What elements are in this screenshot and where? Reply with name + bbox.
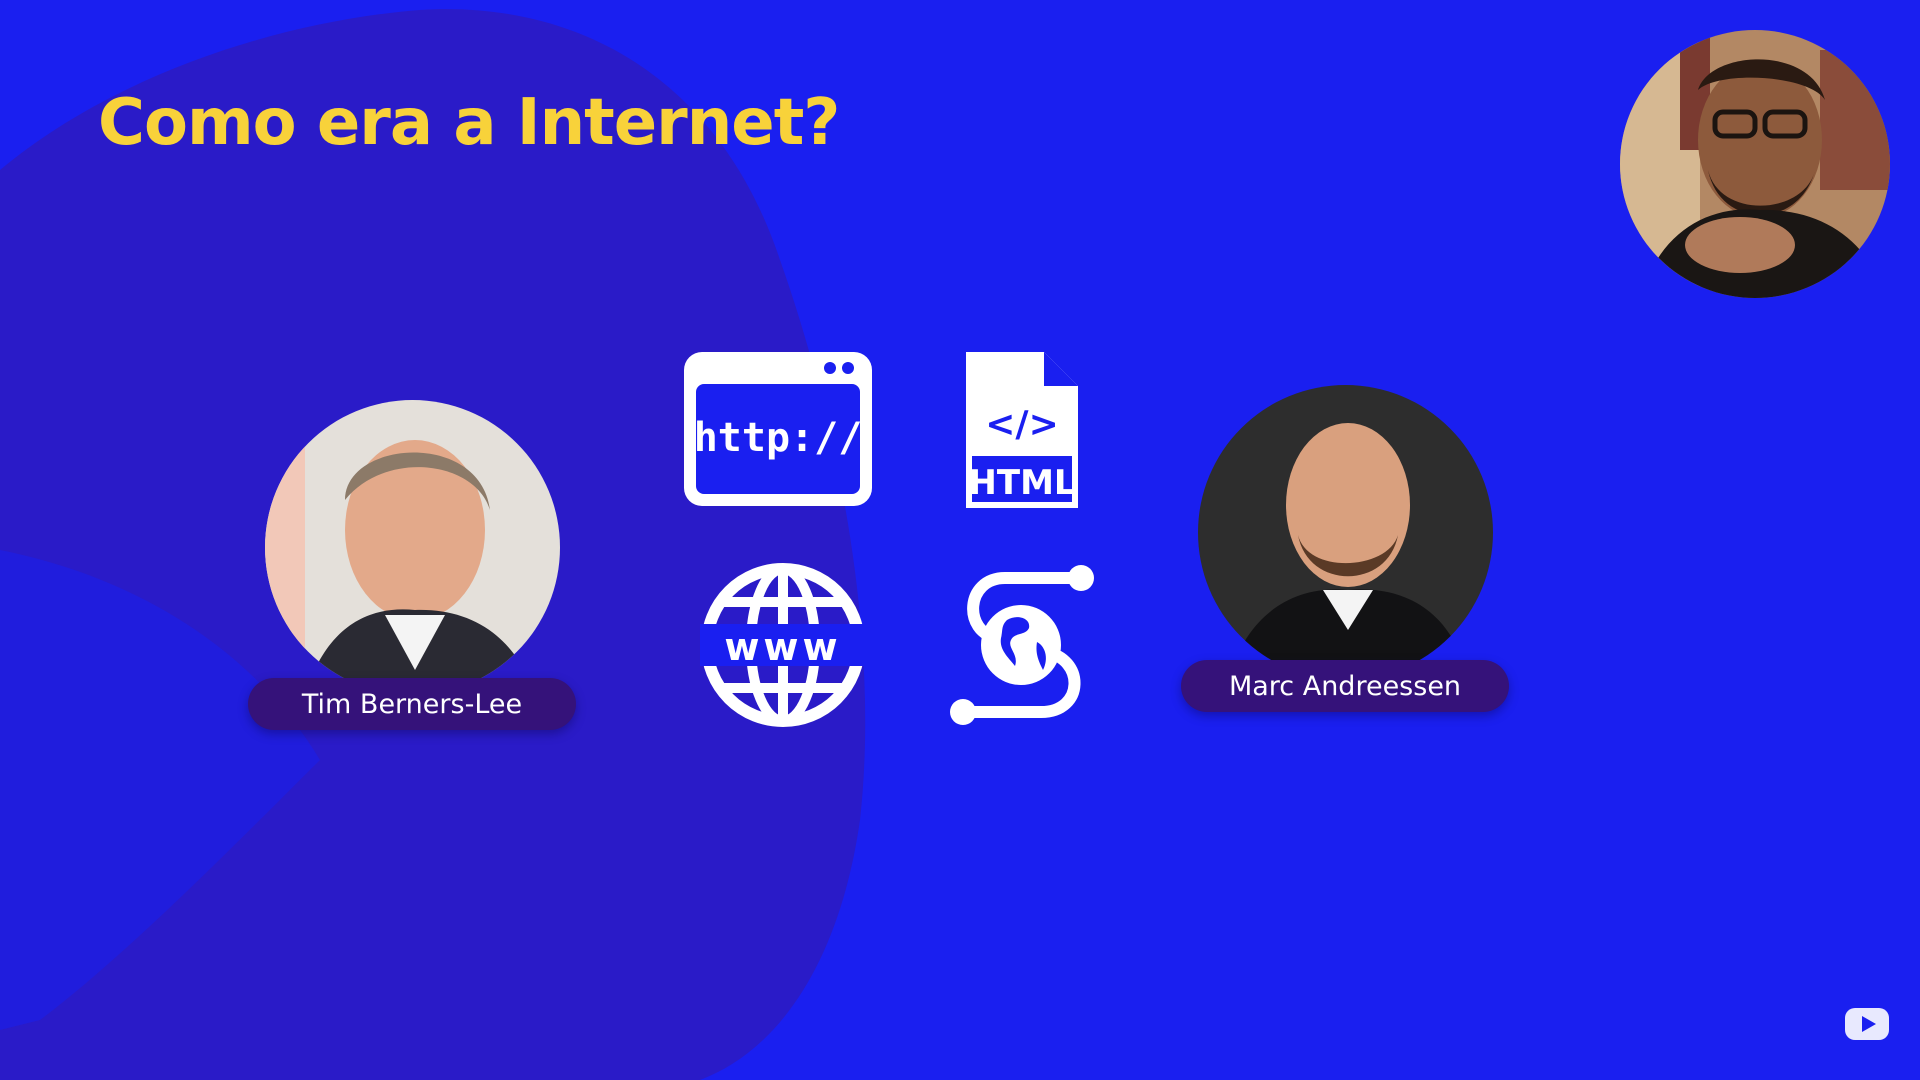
- marc-andreessen-label: Marc Andreessen: [1181, 660, 1509, 712]
- presenter-webcam: [1620, 30, 1890, 298]
- html-code-glyph: </>: [985, 404, 1058, 445]
- html-label: HTML: [968, 463, 1075, 503]
- tim-berners-lee-portrait: [265, 400, 560, 695]
- html-file-icon: </> HTML: [962, 348, 1082, 512]
- http-text: http://: [694, 415, 863, 461]
- browser-window-http-icon: http://: [680, 348, 876, 510]
- www-globe-icon: www: [700, 562, 866, 728]
- slide-title: Como era a Internet?: [98, 86, 840, 160]
- video-player-logo-icon: [1843, 1004, 1891, 1044]
- presenter-photo: [1620, 30, 1890, 298]
- tim-berners-lee-label: Tim Berners-Lee: [248, 678, 576, 730]
- www-text: www: [724, 625, 841, 669]
- globe-network-icon: [945, 562, 1101, 728]
- marc-andreessen-portrait: [1198, 385, 1493, 680]
